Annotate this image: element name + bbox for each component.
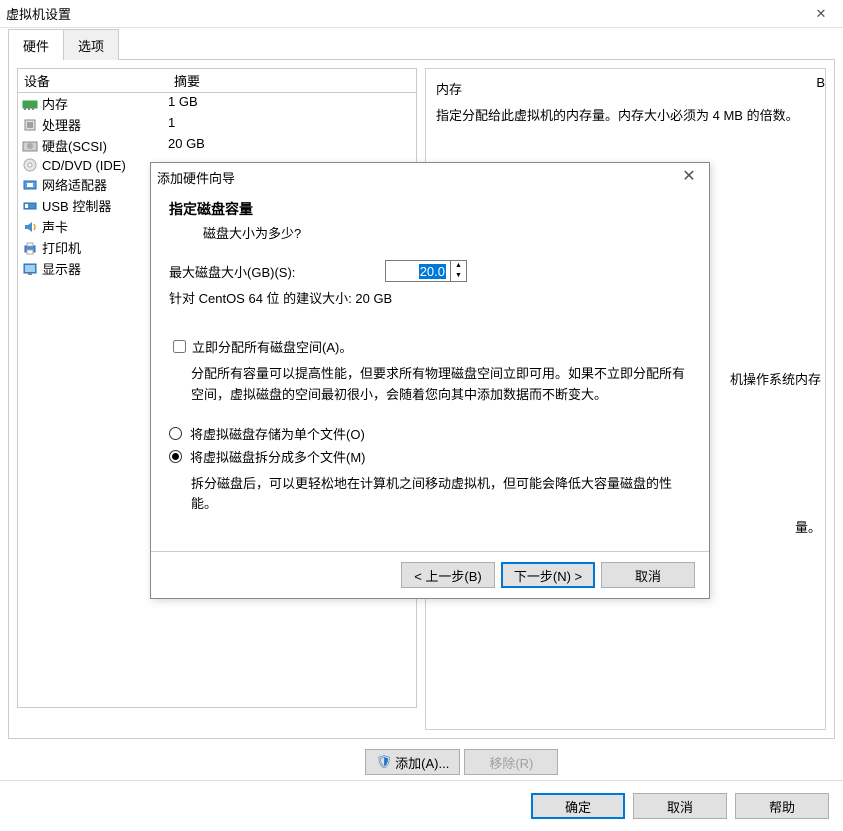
tab-options-label: 选项 [78,39,104,54]
wizard-titlebar: 添加硬件向导 ✕ [151,163,709,191]
nic-icon [22,177,38,193]
wizard-title: 添加硬件向导 [157,168,235,187]
single-file-radio[interactable] [169,427,182,440]
sound-icon [22,219,38,235]
back-button-label: < 上一步(B) [414,566,482,585]
hardware-list-header: 设备 摘要 [18,69,416,93]
cd-icon [22,157,38,173]
list-item[interactable]: 硬盘(SCSI) 20 GB [18,135,416,156]
device-name: 打印机 [42,238,81,257]
tab-hardware-label: 硬件 [23,39,49,54]
help-button[interactable]: 帮助 [735,793,829,819]
single-file-row[interactable]: 将虚拟磁盘存储为单个文件(O) [169,424,693,443]
printer-icon [22,240,38,256]
max-disk-size-row: 最大磁盘大小(GB)(S): 20.0 ▲▼ [169,260,693,282]
device-name: 硬盘(SCSI) [42,136,107,155]
max-disk-size-input[interactable]: 20.0 [385,260,451,282]
ok-button-label: 确定 [565,797,591,816]
wizard-body: 指定磁盘容量 磁盘大小为多少? 最大磁盘大小(GB)(S): 20.0 ▲▼ 针… [151,191,709,543]
partial-os-text: 机操作系统内存 [730,369,821,388]
split-file-row[interactable]: 将虚拟磁盘拆分成多个文件(M) [169,447,693,466]
titlebar: 虚拟机设置 ✕ [0,0,843,28]
back-button[interactable]: < 上一步(B) [401,562,495,588]
allocate-now-checkbox[interactable] [173,340,186,353]
group-title: 内存 [436,79,815,98]
device-name: 处理器 [42,115,81,134]
footer: 确定 取消 帮助 [0,780,843,831]
recommended-size: 针对 CentOS 64 位 的建议大小: 20 GB [169,288,693,307]
allocate-now-row[interactable]: 立即分配所有磁盘空间(A)。 [169,337,693,356]
device-button-bar: 🛡添加(A)... 移除(R) [0,749,843,775]
add-button-label: 添加(A)... [395,753,449,772]
wizard-button-bar: < 上一步(B) 下一步(N) > 取消 [151,552,709,598]
remove-button-label: 移除(R) [489,753,533,772]
add-hardware-wizard: 添加硬件向导 ✕ 指定磁盘容量 磁盘大小为多少? 最大磁盘大小(GB)(S): … [150,162,710,599]
device-summary: 1 GB [168,94,412,113]
shield-icon: 🛡 [376,754,393,770]
help-button-label: 帮助 [769,797,795,816]
next-button[interactable]: 下一步(N) > [501,562,595,588]
remove-button: 移除(R) [464,749,558,775]
split-file-explain: 拆分磁盘后，可以更轻松地在计算机之间移动虚拟机，但可能会降低大容量磁盘的性能。 [191,474,693,516]
device-name: CD/DVD (IDE) [42,158,126,173]
max-disk-size-label: 最大磁盘大小(GB)(S): [169,262,385,281]
split-file-radio[interactable] [169,450,182,463]
tab-bar: 硬件 选项 [0,28,843,59]
device-name: 网络适配器 [42,175,107,194]
list-item[interactable]: 处理器 1 [18,114,416,135]
device-summary: 1 [168,115,412,134]
col-summary-header[interactable]: 摘要 [168,69,416,92]
list-item[interactable]: 内存 1 GB [18,93,416,114]
cancel-button-label: 取消 [667,797,693,816]
tab-options[interactable]: 选项 [63,29,119,60]
partial-mb-text: B [816,75,825,90]
tab-hardware[interactable]: 硬件 [8,29,64,60]
usb-icon [22,198,38,214]
hdd-icon [22,138,38,154]
cpu-icon [22,117,38,133]
group-text: 指定分配给此虚拟机的内存量。内存大小必须为 4 MB 的倍数。 [436,106,815,126]
close-icon[interactable]: ✕ [799,0,843,28]
wizard-subheading: 磁盘大小为多少? [203,223,693,242]
disk-size-spinner[interactable]: ▲▼ [451,260,467,282]
spin-down-icon[interactable]: ▼ [451,271,466,281]
next-button-label: 下一步(N) > [514,566,582,585]
col-device-header[interactable]: 设备 [18,69,168,92]
partial-amount-text: 量。 [795,517,821,536]
spin-up-icon[interactable]: ▲ [451,261,466,271]
display-icon [22,261,38,277]
wizard-heading: 指定磁盘容量 [169,199,693,219]
wizard-cancel-label: 取消 [635,566,661,585]
max-disk-size-value: 20.0 [419,264,446,279]
split-file-label: 将虚拟磁盘拆分成多个文件(M) [190,447,366,466]
cancel-button[interactable]: 取消 [633,793,727,819]
add-button[interactable]: 🛡添加(A)... [365,749,461,775]
device-name: USB 控制器 [42,196,111,215]
window-title: 虚拟机设置 [6,4,71,23]
wizard-close-icon[interactable]: ✕ [671,165,707,189]
device-name: 内存 [42,94,68,113]
single-file-label: 将虚拟磁盘存储为单个文件(O) [190,424,365,443]
device-name: 声卡 [42,217,68,236]
device-summary: 20 GB [168,136,412,155]
vm-settings-window: 虚拟机设置 ✕ 硬件 选项 设备 摘要 内存 1 GB 处理器 1 硬盘( [0,0,843,831]
ok-button[interactable]: 确定 [531,793,625,819]
memory-icon [22,96,38,112]
wizard-cancel-button[interactable]: 取消 [601,562,695,588]
device-name: 显示器 [42,259,81,278]
allocate-now-explain: 分配所有容量可以提高性能，但要求所有物理磁盘空间立即可用。如果不立即分配所有空间… [191,364,693,406]
allocate-now-label: 立即分配所有磁盘空间(A)。 [192,337,352,356]
